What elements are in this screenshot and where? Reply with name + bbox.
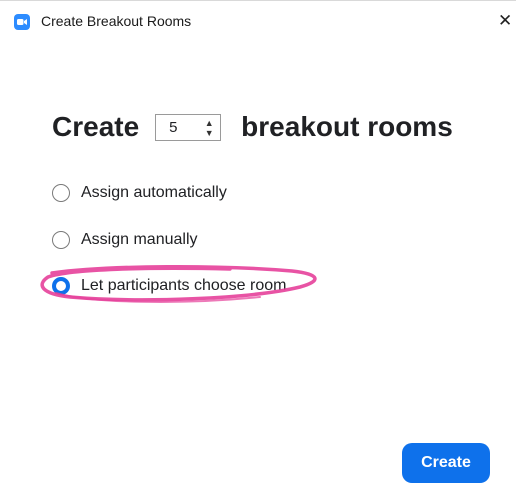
room-count-value[interactable]: 5 (169, 119, 177, 136)
option-label: Assign automatically (81, 184, 227, 201)
spin-down-arrow-icon[interactable]: ▼ (204, 128, 214, 138)
title-bar: Create Breakout Rooms ✕ (0, 1, 516, 35)
option-label: Assign manually (81, 231, 198, 248)
option-let-participants-choose[interactable]: Let participants choose room (52, 275, 286, 297)
option-assign-automatically[interactable]: Assign automatically (52, 182, 227, 204)
window-title: Create Breakout Rooms (41, 13, 192, 29)
spin-arrows: ▲ ▼ (204, 118, 214, 138)
create-label: Create (52, 111, 140, 142)
radio-let-participants-choose[interactable] (52, 277, 70, 295)
radio-assign-manually[interactable] (52, 231, 70, 249)
radio-assign-automatically[interactable] (52, 184, 70, 202)
option-assign-manually[interactable]: Assign manually (52, 229, 198, 251)
room-count-spinbox[interactable]: 5 ▲ ▼ (155, 113, 222, 141)
breakout-rooms-label: breakout rooms (241, 111, 453, 142)
zoom-camera-icon (14, 14, 30, 30)
create-button[interactable]: Create (402, 443, 490, 483)
create-breakout-rooms-dialog: Create Breakout Rooms ✕ Create 5 ▲ ▼ bre… (0, 0, 516, 502)
room-count-row: Create 5 ▲ ▼ breakout rooms (52, 107, 453, 147)
spin-up-arrow-icon[interactable]: ▲ (204, 118, 214, 128)
close-button[interactable]: ✕ (498, 11, 516, 31)
option-label: Let participants choose room (81, 277, 287, 294)
